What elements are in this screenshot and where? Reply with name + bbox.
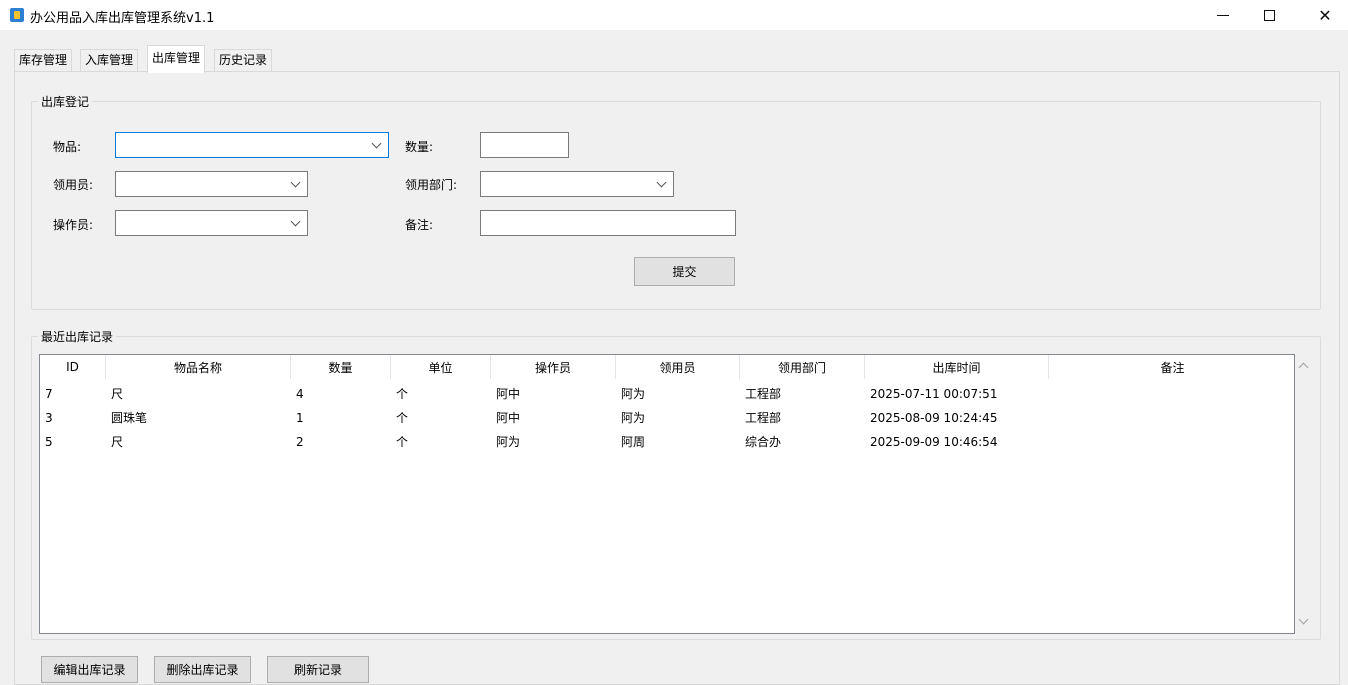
cell-recipient: 阿为 — [621, 411, 646, 425]
refresh-records-button[interactable]: 刷新记录 — [267, 656, 369, 683]
column-header-time[interactable]: 出库时间 — [865, 355, 1049, 379]
cell-time: 2025-09-09 10:46:54 — [870, 435, 998, 449]
column-header-id[interactable]: ID — [40, 355, 106, 379]
maximize-icon — [1263, 9, 1275, 21]
chevron-down-icon — [290, 216, 301, 227]
operator-select[interactable] — [115, 210, 308, 236]
table-row[interactable]: 7 尺 4 个 阿中 阿为 工程部 2025-07-11 00:07:51 — [40, 383, 1294, 405]
cell-department: 工程部 — [745, 387, 782, 401]
chevron-down-icon — [656, 177, 667, 188]
list-header: ID 物品名称 数量 单位 操作员 领用员 领用部门 出库时间 备注 — [40, 355, 1294, 379]
edit-record-button[interactable]: 编辑出库记录 — [41, 656, 138, 683]
cell-department: 综合办 — [745, 435, 782, 449]
submit-button[interactable]: 提交 — [634, 257, 735, 286]
list-scrollbar[interactable] — [1295, 354, 1313, 634]
recipient-select[interactable] — [115, 171, 308, 197]
cell-department: 工程部 — [745, 411, 782, 425]
outbound-form-title: 出库登记 — [38, 93, 93, 110]
tab-outbound[interactable]: 出库管理 — [147, 45, 206, 73]
title-bar: 办公用品入库出库管理系统v1.1 ✕ — [0, 0, 1348, 30]
window-title: 办公用品入库出库管理系统v1.1 — [30, 11, 215, 26]
table-row[interactable]: 5 尺 2 个 阿为 阿周 综合办 2025-09-09 10:46:54 — [40, 431, 1294, 453]
cell-id: 7 — [45, 387, 53, 401]
department-label: 领用部门: — [405, 178, 458, 192]
column-header-remark[interactable]: 备注 — [1049, 355, 1294, 379]
cell-recipient: 阿周 — [621, 435, 646, 449]
cell-time: 2025-07-11 00:07:51 — [870, 387, 998, 401]
remark-field[interactable] — [480, 210, 736, 236]
cell-id: 3 — [45, 411, 53, 425]
scroll-up-icon[interactable] — [1298, 362, 1309, 373]
department-select[interactable] — [480, 171, 674, 197]
cell-unit: 个 — [396, 435, 409, 449]
chevron-down-icon — [371, 138, 382, 149]
column-header-operator[interactable]: 操作员 — [491, 355, 616, 379]
tab-history[interactable]: 历史记录 — [214, 49, 273, 72]
cell-recipient: 阿为 — [621, 387, 646, 401]
operator-label: 操作员: — [53, 218, 94, 232]
delete-record-button[interactable]: 删除出库记录 — [154, 656, 251, 683]
chevron-down-icon — [290, 177, 301, 188]
cell-qty: 2 — [296, 435, 304, 449]
cell-operator: 阿中 — [496, 411, 521, 425]
cell-qty: 1 — [296, 411, 304, 425]
item-label: 物品: — [53, 140, 82, 154]
quantity-label: 数量: — [405, 140, 434, 154]
column-header-qty[interactable]: 数量 — [291, 355, 391, 379]
cell-name: 尺 — [111, 435, 124, 449]
item-select[interactable] — [115, 132, 389, 158]
cell-name: 圆珠笔 — [111, 411, 148, 425]
close-button[interactable]: ✕ — [1302, 0, 1348, 30]
cell-unit: 个 — [396, 387, 409, 401]
column-header-department[interactable]: 领用部门 — [740, 355, 865, 379]
column-header-name[interactable]: 物品名称 — [106, 355, 291, 379]
minimize-icon — [1217, 14, 1229, 16]
cell-unit: 个 — [396, 411, 409, 425]
outbound-records-list[interactable]: ID 物品名称 数量 单位 操作员 领用员 领用部门 出库时间 备注 7 尺 4… — [39, 354, 1295, 634]
scroll-down-icon[interactable] — [1298, 614, 1309, 625]
tab-inbound[interactable]: 入库管理 — [80, 49, 139, 72]
close-icon: ✕ — [1318, 5, 1332, 25]
cell-qty: 4 — [296, 387, 304, 401]
app-icon — [10, 8, 24, 22]
cell-operator: 阿中 — [496, 387, 521, 401]
tab-inventory[interactable]: 库存管理 — [14, 49, 73, 72]
cell-name: 尺 — [111, 387, 124, 401]
cell-time: 2025-08-09 10:24:45 — [870, 411, 998, 425]
maximize-button[interactable] — [1246, 0, 1292, 30]
quantity-field[interactable] — [480, 132, 569, 158]
recent-records-title: 最近出库记录 — [38, 328, 117, 345]
recipient-label: 领用员: — [53, 178, 94, 192]
column-header-unit[interactable]: 单位 — [391, 355, 491, 379]
column-header-recipient[interactable]: 领用员 — [616, 355, 740, 379]
remark-label: 备注: — [405, 218, 434, 232]
cell-operator: 阿为 — [496, 435, 521, 449]
table-row[interactable]: 3 圆珠笔 1 个 阿中 阿为 工程部 2025-08-09 10:24:45 — [40, 407, 1294, 429]
minimize-button[interactable] — [1200, 0, 1246, 30]
cell-id: 5 — [45, 435, 53, 449]
